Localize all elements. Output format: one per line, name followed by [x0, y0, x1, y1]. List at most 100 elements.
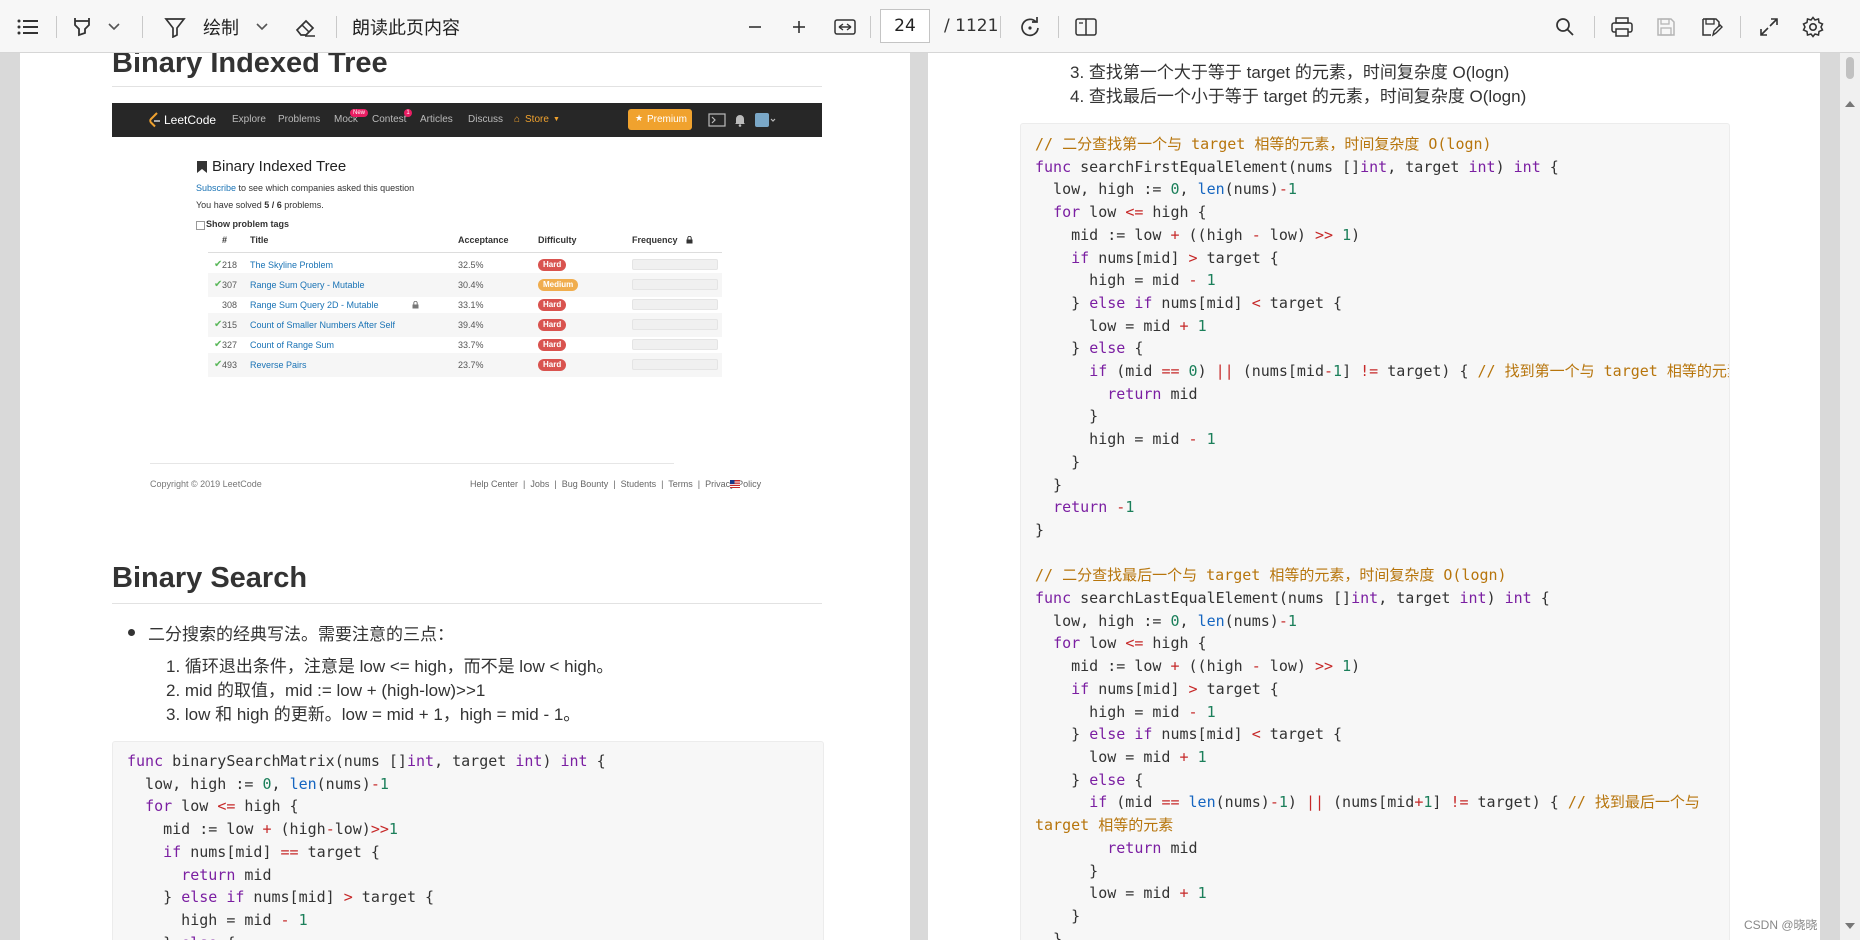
save-button[interactable]	[1648, 0, 1684, 53]
footer-links: Help Center | Jobs | Bug Bounty | Studen…	[470, 479, 762, 489]
code-search-variants: // 二分查找第一个与 target 相等的元素，时间复杂度 O(logn) f…	[1035, 135, 1730, 940]
solved-line: You have solved 5 / 6 problems.	[196, 200, 324, 210]
subscribe-line: Subscribe to see which companies asked t…	[196, 183, 414, 193]
csdn-watermark: CSDN @晓晓	[1744, 918, 1818, 932]
rotate-button[interactable]	[1012, 0, 1048, 53]
show-tags-checkbox	[196, 221, 205, 230]
problem-title: Reverse Pairs	[250, 360, 307, 370]
col-title: Title	[250, 235, 269, 245]
difficulty-badge: Hard	[538, 299, 567, 311]
subscribe-text: to see which companies asked this questi…	[238, 183, 415, 193]
difficulty-badge: Hard	[538, 319, 567, 331]
difficulty-badge: Hard	[538, 339, 567, 351]
us-flag-icon	[730, 480, 740, 488]
difficulty-badge: Medium	[538, 279, 579, 291]
fit-width-button[interactable]	[828, 0, 862, 53]
search-button[interactable]	[1548, 0, 1582, 53]
mock-new-badge: New	[350, 109, 369, 117]
point-3-right: 3. 查找第一个大于等于 target 的元素，时间复杂度 O(logn)	[1070, 63, 1510, 82]
table-of-contents-button[interactable]	[12, 0, 44, 53]
toolbar-separator	[336, 16, 337, 38]
erase-button[interactable]	[290, 0, 322, 53]
table-header: # Title Acceptance Difficulty Frequency	[208, 228, 722, 253]
zoom-in-button[interactable]	[784, 0, 814, 53]
save-disk-icon	[1657, 17, 1675, 36]
scroll-down-arrow-icon[interactable]	[1844, 921, 1856, 931]
footer-divider	[150, 463, 674, 464]
col-number: #	[222, 235, 228, 245]
draw-button[interactable]	[160, 0, 190, 53]
save-as-button[interactable]	[1694, 0, 1730, 53]
code-block-binary-search: func binarySearchMatrix(nums []int, targ…	[112, 741, 824, 940]
settings-button[interactable]	[1796, 0, 1830, 53]
two-page-view-icon	[1075, 17, 1097, 36]
highlight-button[interactable]	[66, 0, 98, 53]
console-icon	[708, 113, 726, 127]
page-number-input[interactable]: 24	[880, 9, 930, 43]
col-acceptance: Acceptance	[458, 235, 509, 245]
save-as-icon	[1702, 17, 1723, 37]
store-icon: ⌂	[514, 114, 521, 125]
pdf-page-left: Binary Indexed Tree LeetCode Explore Pro…	[20, 53, 910, 940]
tag-title: Binary Indexed Tree	[212, 158, 347, 175]
list-icon	[17, 19, 38, 34]
fit-width-icon	[834, 18, 856, 35]
draw-options-dropdown[interactable]	[250, 0, 274, 53]
minus-icon	[749, 25, 761, 28]
code-binary-search: func binarySearchMatrix(nums []int, targ…	[127, 752, 606, 940]
page-total-label: / 1121	[944, 16, 999, 36]
toolbar-separator	[1000, 16, 1001, 38]
frequency-bar	[632, 319, 718, 330]
pdf-page-right: 3. 查找第一个大于等于 target 的元素，时间复杂度 O(logn) 4.…	[928, 53, 1820, 940]
difficulty-badge: Hard	[538, 259, 567, 271]
heading-binary-indexed-tree: Binary Indexed Tree	[112, 53, 388, 79]
toolbar-separator	[1740, 16, 1741, 38]
read-aloud-button[interactable]: 朗读此页内容	[352, 0, 472, 53]
nav-contest: Contest	[372, 114, 407, 125]
bell-icon	[735, 115, 745, 127]
vertical-scrollbar[interactable]	[1840, 53, 1860, 940]
acceptance-rate: 23.7%	[458, 360, 484, 370]
avatar-icon	[755, 113, 776, 127]
subscribe-link: Subscribe	[196, 183, 237, 193]
highlight-options-dropdown[interactable]	[102, 0, 126, 53]
premium-label: Premium	[647, 114, 688, 125]
lock-icon	[412, 301, 419, 309]
nav-discuss: Discuss	[468, 114, 504, 125]
scroll-up-arrow-icon[interactable]	[1844, 99, 1856, 109]
draw-pen-icon	[164, 17, 186, 38]
lock-icon	[686, 236, 693, 244]
zoom-out-button[interactable]	[740, 0, 770, 53]
copyright: Copyright © 2019 LeetCode	[150, 479, 262, 489]
eraser-icon	[295, 19, 315, 37]
page-view-button[interactable]	[1068, 0, 1104, 53]
star-icon: ★	[635, 114, 644, 124]
toolbar-separator	[142, 16, 143, 38]
point-1: 1. 循环退出条件，注意是 low <= high，而不是 low < high…	[166, 657, 614, 676]
nav-articles: Articles	[420, 114, 453, 125]
contest-count-badge: 1	[404, 109, 412, 117]
solved-count: 5 / 6	[264, 200, 282, 210]
problem-number: 493	[222, 360, 238, 370]
code-block-search-variants: // 二分查找第一个与 target 相等的元素，时间复杂度 O(logn) f…	[1020, 123, 1730, 940]
plus-icon	[793, 20, 805, 33]
nav-explore: Explore	[232, 114, 266, 125]
frequency-bar	[632, 259, 718, 270]
chevron-down-icon	[256, 22, 268, 30]
bullet-dot	[128, 629, 135, 636]
draw-label[interactable]: 绘制	[198, 0, 244, 53]
fullscreen-button[interactable]	[1752, 0, 1786, 53]
toolbar-separator	[1058, 16, 1059, 38]
chevron-down-icon	[108, 22, 120, 30]
col-difficulty: Difficulty	[538, 235, 577, 245]
point-2: 2. mid 的取值，mid := low + (high-low)>>1	[166, 681, 486, 700]
frequency-bar	[632, 279, 718, 290]
heading-divider	[112, 86, 822, 87]
scroll-thumb[interactable]	[1846, 57, 1854, 79]
solved-suffix: problems.	[284, 200, 324, 210]
point-3: 3. low 和 high 的更新。low = mid + 1，high = m…	[166, 705, 581, 724]
toolbar-separator	[56, 16, 57, 38]
frequency-bar	[632, 299, 718, 310]
search-icon	[1556, 17, 1574, 36]
print-button[interactable]	[1604, 0, 1640, 53]
